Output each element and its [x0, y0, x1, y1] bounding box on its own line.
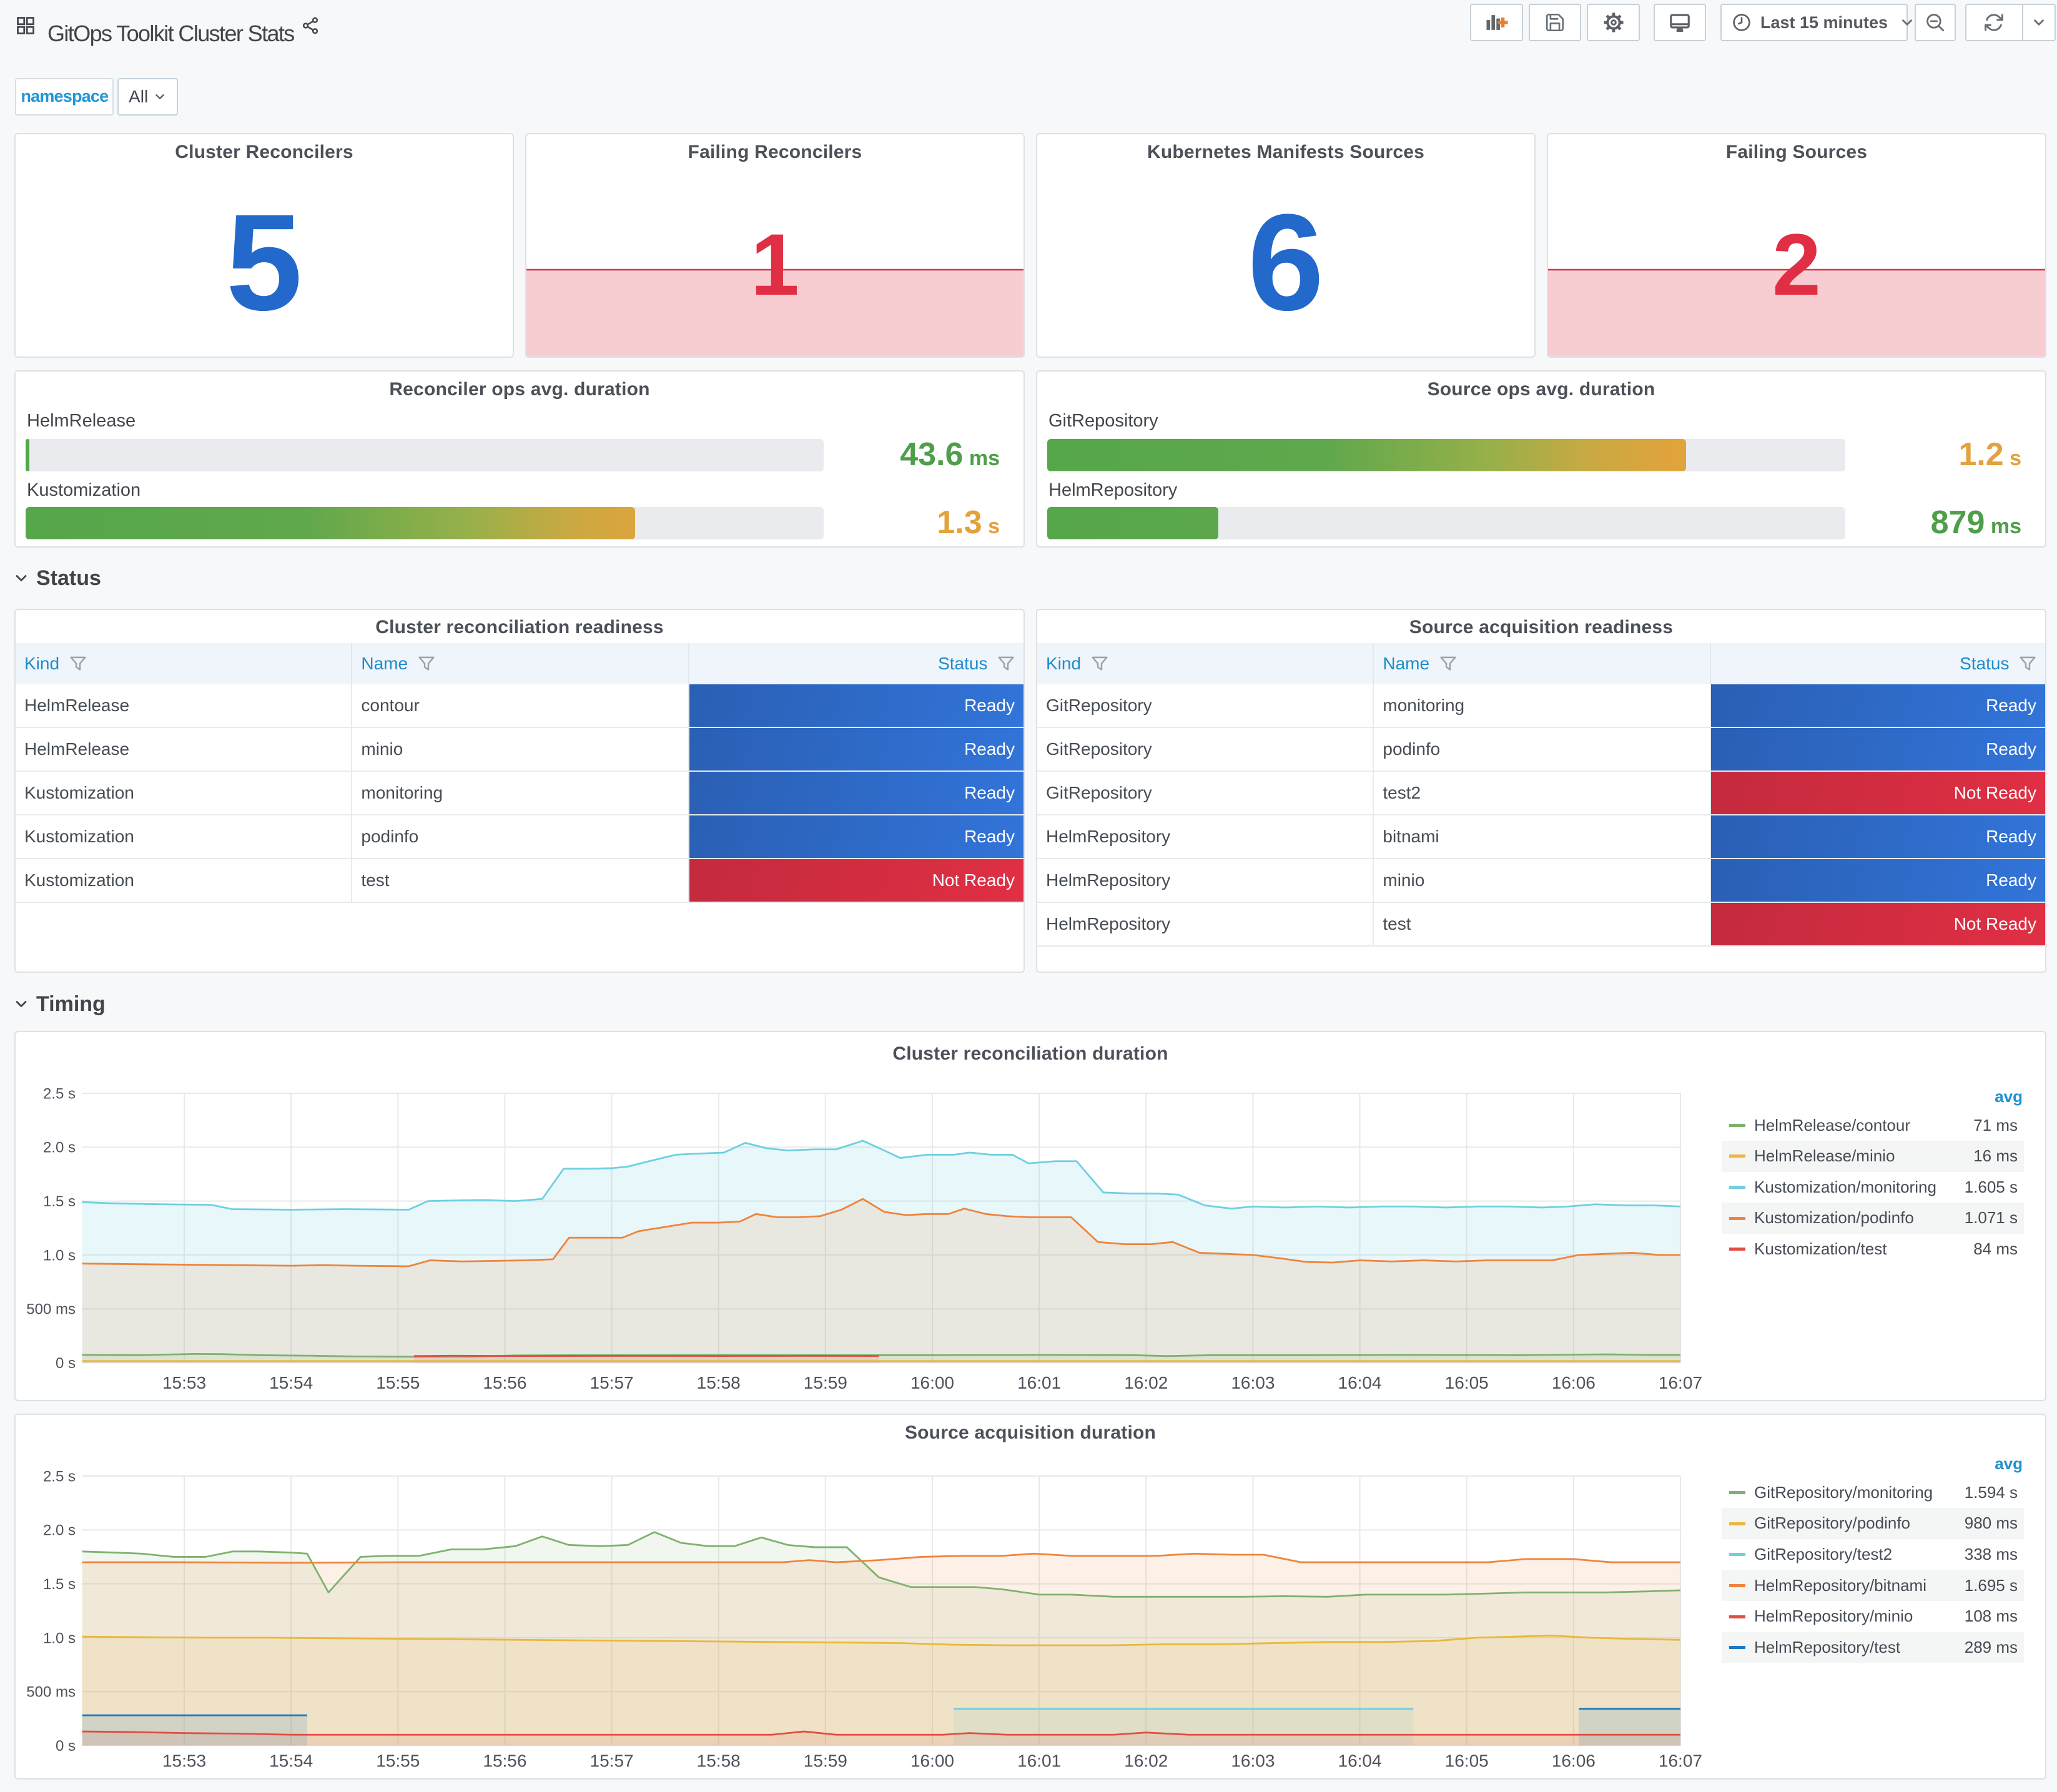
svg-text:15:59: 15:59	[804, 1751, 847, 1770]
svg-text:16:05: 16:05	[1445, 1373, 1489, 1392]
svg-text:16:01: 16:01	[1017, 1373, 1061, 1392]
svg-text:2.5 s: 2.5 s	[43, 1085, 76, 1102]
svg-text:2.0 s: 2.0 s	[43, 1139, 76, 1156]
svg-text:15:56: 15:56	[483, 1751, 526, 1770]
svg-text:16:03: 16:03	[1231, 1373, 1275, 1392]
svg-text:16:00: 16:00	[910, 1751, 954, 1770]
svg-text:15:54: 15:54	[269, 1373, 313, 1392]
svg-text:16:05: 16:05	[1445, 1751, 1489, 1770]
svg-text:15:56: 15:56	[483, 1373, 526, 1392]
svg-text:1.0 s: 1.0 s	[43, 1247, 76, 1264]
svg-text:16:02: 16:02	[1124, 1373, 1168, 1392]
svg-text:15:54: 15:54	[269, 1751, 313, 1770]
svg-text:16:02: 16:02	[1124, 1751, 1168, 1770]
svg-text:500 ms: 500 ms	[26, 1301, 76, 1317]
svg-text:15:58: 15:58	[697, 1373, 741, 1392]
svg-text:15:58: 15:58	[697, 1751, 741, 1770]
svg-text:15:59: 15:59	[804, 1373, 847, 1392]
svg-text:16:06: 16:06	[1552, 1373, 1596, 1392]
svg-text:1.5 s: 1.5 s	[43, 1576, 76, 1593]
svg-text:16:01: 16:01	[1017, 1751, 1061, 1770]
svg-text:15:53: 15:53	[162, 1751, 206, 1770]
svg-text:16:04: 16:04	[1338, 1373, 1382, 1392]
svg-text:1.0 s: 1.0 s	[43, 1630, 76, 1647]
svg-text:16:04: 16:04	[1338, 1751, 1382, 1770]
svg-text:16:07: 16:07	[1659, 1751, 1702, 1770]
svg-text:0 s: 0 s	[56, 1738, 76, 1755]
svg-text:16:00: 16:00	[910, 1373, 954, 1392]
svg-text:2.0 s: 2.0 s	[43, 1522, 76, 1539]
svg-text:15:55: 15:55	[376, 1751, 420, 1770]
svg-text:15:55: 15:55	[376, 1373, 420, 1392]
svg-text:2.5 s: 2.5 s	[43, 1468, 76, 1485]
svg-text:500 ms: 500 ms	[26, 1683, 76, 1700]
svg-text:15:53: 15:53	[162, 1373, 206, 1392]
svg-text:1.5 s: 1.5 s	[43, 1193, 76, 1210]
svg-text:0 s: 0 s	[56, 1355, 76, 1372]
svg-text:16:06: 16:06	[1552, 1751, 1596, 1770]
svg-text:15:57: 15:57	[590, 1373, 634, 1392]
svg-text:16:03: 16:03	[1231, 1751, 1275, 1770]
svg-text:16:07: 16:07	[1659, 1373, 1702, 1392]
svg-text:15:57: 15:57	[590, 1751, 634, 1770]
